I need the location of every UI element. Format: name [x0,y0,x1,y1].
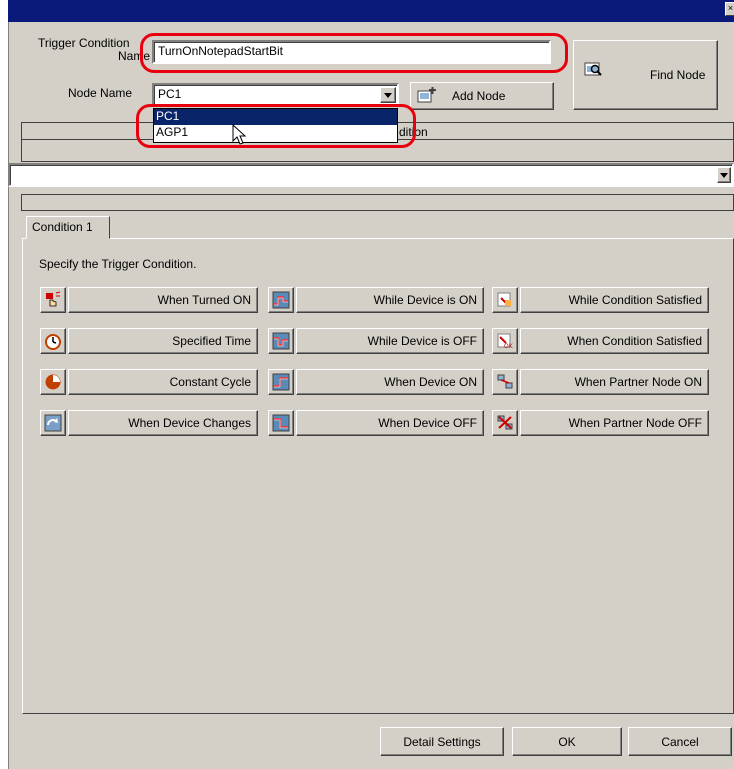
title-bar [8,0,734,22]
when-device-changes-label: When Device Changes [128,416,251,430]
constant-cycle-button[interactable]: Constant Cycle [68,369,258,395]
device-on-up-icon[interactable] [268,369,294,395]
node-name-value: PC1 [158,87,182,101]
instruction-text: Specify the Trigger Condition. [39,257,197,271]
when-device-off-label: When Device OFF [378,416,477,430]
when-turned-on-button[interactable]: When Turned ON [68,287,258,313]
detail-settings-button[interactable]: Detail Settings [380,727,504,756]
add-node-label: Add Node [452,89,506,103]
device-change-icon[interactable] [40,410,66,436]
highlight-dropdown [136,104,416,148]
when-device-on-label: When Device ON [384,375,477,389]
while-device-on-button[interactable]: While Device is ON [296,287,484,313]
condition-ok-icon[interactable]: OK [492,328,518,354]
when-device-on-button[interactable]: When Device ON [296,369,484,395]
condition-satisfied-icon[interactable] [492,287,518,313]
hand-trigger-icon[interactable] [40,287,66,313]
cancel-button[interactable]: Cancel [628,727,732,756]
specified-time-label: Specified Time [172,334,251,348]
find-node-label: Find Node [650,68,706,82]
detail-settings-label: Detail Settings [403,734,481,749]
tab-condition-1-label: Condition 1 [32,220,93,234]
add-node-icon [417,87,436,103]
while-device-on-label: While Device is ON [373,293,477,307]
when-partner-node-on-button[interactable]: When Partner Node ON [520,369,709,395]
device-off-down-icon[interactable] [268,410,294,436]
chevron-down-icon[interactable] [380,87,396,103]
while-condition-satisfied-button[interactable]: While Condition Satisfied [520,287,709,313]
while-device-off-label: While Device is OFF [367,334,477,348]
find-node-icon [584,62,602,76]
cancel-label: Cancel [661,734,699,749]
when-partner-node-on-label: When Partner Node ON [574,375,702,389]
clock-icon[interactable] [40,328,66,354]
trigger-name-label: Trigger Condition Name [38,37,150,63]
device-on-chart-icon[interactable] [268,287,294,313]
when-condition-satisfied-button[interactable]: When Condition Satisfied [520,328,709,354]
when-turned-on-label: When Turned ON [157,293,251,307]
add-node-button[interactable]: Add Node [410,82,554,110]
specified-time-button[interactable]: Specified Time [68,328,258,354]
when-device-changes-button[interactable]: When Device Changes [68,410,258,436]
chevron-down-icon[interactable] [717,167,731,183]
cycle-icon[interactable] [40,369,66,395]
partner-node-on-icon[interactable] [492,369,518,395]
highlight-trigger-name [140,33,568,73]
trigger-label-line2: Name [117,49,150,63]
when-condition-satisfied-label: When Condition Satisfied [567,334,702,348]
ok-button[interactable]: OK [512,727,622,756]
when-device-off-button[interactable]: When Device OFF [296,410,484,436]
when-partner-node-off-label: When Partner Node OFF [568,416,702,430]
close-icon[interactable]: × [725,2,734,16]
svg-text:OK: OK [504,343,514,350]
when-partner-node-off-button[interactable]: When Partner Node OFF [520,410,709,436]
while-condition-satisfied-label: While Condition Satisfied [568,293,702,307]
while-device-off-button[interactable]: While Device is OFF [296,328,484,354]
separator-strip [21,194,734,211]
find-node-button[interactable]: Find Node [573,40,718,110]
partner-node-off-icon[interactable] [492,410,518,436]
node-name-label: Node Name [68,86,133,100]
tab-condition-1[interactable]: Condition 1 [26,216,110,239]
constant-cycle-label: Constant Cycle [169,375,251,389]
condition-combo[interactable] [8,163,734,187]
device-off-chart-icon[interactable] [268,328,294,354]
ok-label: OK [558,734,576,749]
